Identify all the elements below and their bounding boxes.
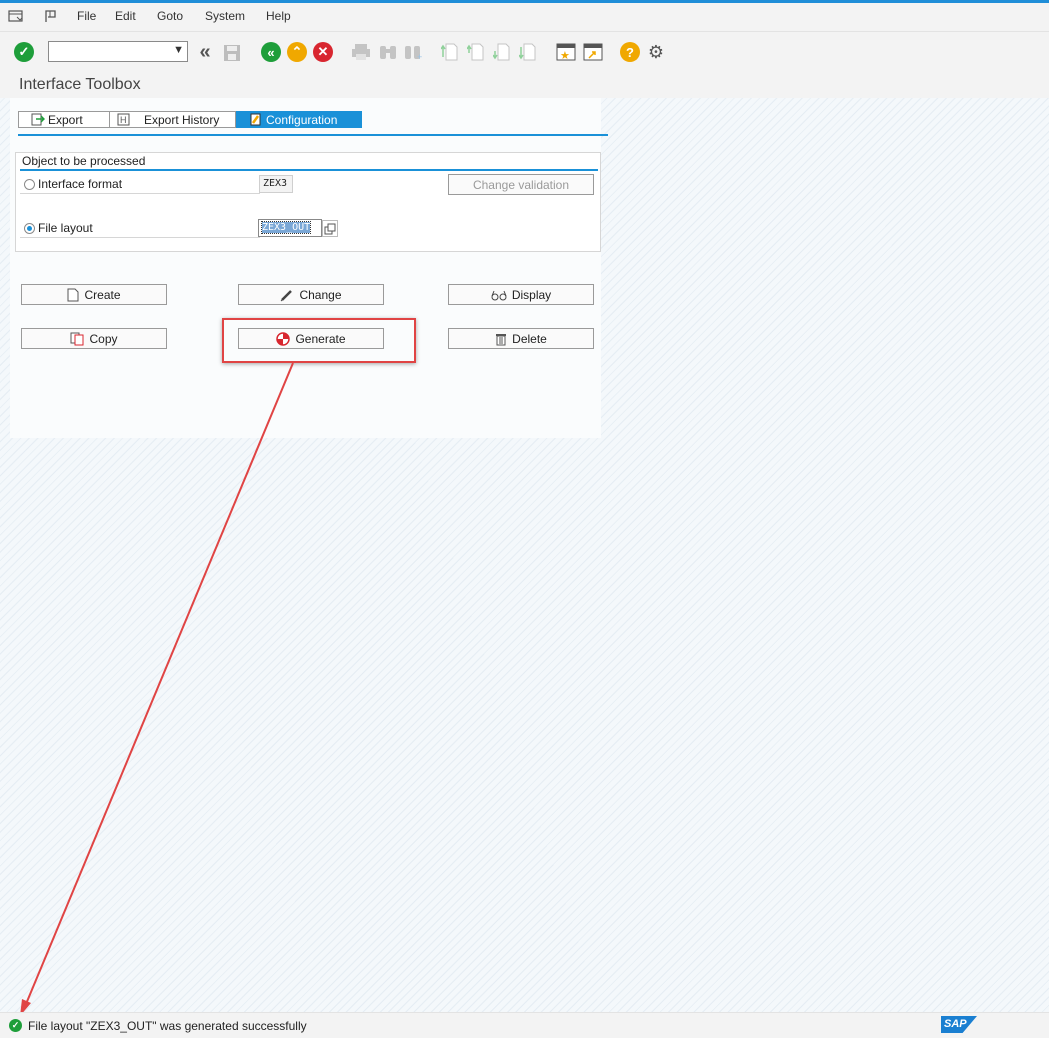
annotation-arrow xyxy=(20,362,294,1016)
status-bar: ✓ File layout "ZEX3_OUT" was generated s… xyxy=(0,1012,1049,1038)
success-check-icon: ✓ xyxy=(9,1019,22,1032)
status-message: File layout "ZEX3_OUT" was generated suc… xyxy=(28,1019,307,1033)
